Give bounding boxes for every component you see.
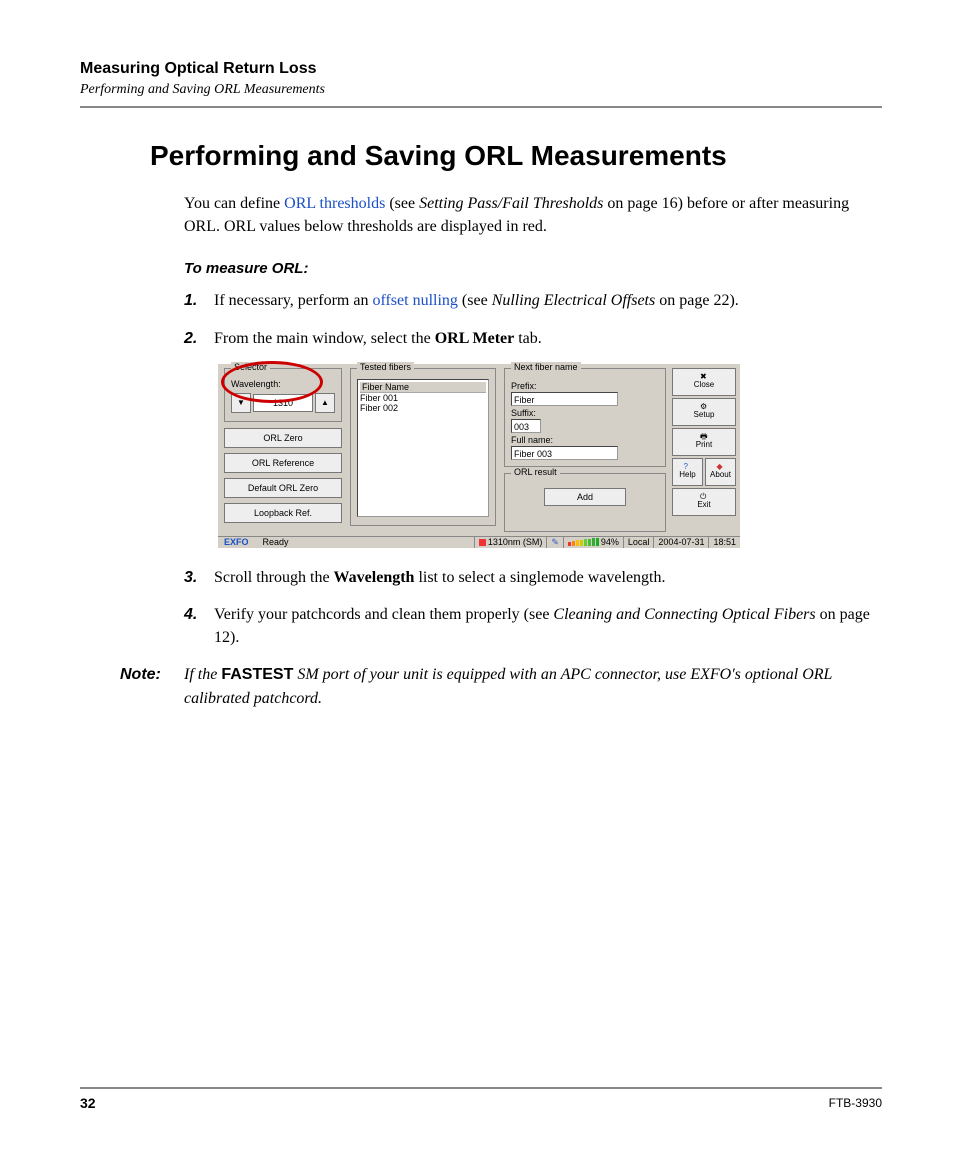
step-4-num: 4. [184, 603, 214, 649]
status-brand: EXFO [218, 537, 255, 547]
step-1-num: 1. [184, 289, 214, 312]
status-link-icon: ✎ [546, 537, 563, 548]
connection-icon: ✎ [551, 537, 559, 548]
close-button[interactable]: ✖ Close [672, 368, 736, 396]
exit-button[interactable]: ⏻ Exit [672, 488, 736, 516]
fullname-label: Full name: [511, 435, 659, 445]
status-battery: 94% [563, 537, 623, 548]
print-button[interactable]: 🖶 Print [672, 428, 736, 456]
default-orl-zero-button[interactable]: Default ORL Zero [224, 478, 342, 498]
status-bar: EXFO Ready 1310nm (SM) ✎ [218, 536, 740, 548]
wavelength-next-button[interactable]: ▲ [315, 393, 335, 413]
ref-setting-passfail: Setting Pass/Fail Thresholds [419, 195, 603, 212]
step-3-num: 3. [184, 566, 214, 589]
fastest-word: FASTEST [221, 666, 293, 683]
screenshot-orl-meter: Selector Wavelength: ▼ 1310 ▲ ORL Zero O… [218, 364, 740, 548]
status-date: 2004-07-31 [653, 537, 708, 548]
prefix-input[interactable]: Fiber [511, 392, 618, 406]
orl-result-group-label: ORL result [511, 467, 560, 477]
suffix-input[interactable]: 003 [511, 419, 541, 433]
fullname-input[interactable]: Fiber 003 [511, 446, 618, 460]
wavelength-bold: Wavelength [334, 569, 415, 586]
suffix-label: Suffix: [511, 408, 659, 418]
add-button[interactable]: Add [544, 488, 626, 506]
status-wavelength: 1310nm (SM) [474, 537, 547, 548]
orl-reference-button[interactable]: ORL Reference [224, 453, 342, 473]
step-2: 2. From the main window, select the ORL … [184, 327, 882, 350]
tested-fibers-group-label: Tested fibers [357, 362, 414, 372]
section-title: Performing and Saving ORL Measurements [80, 82, 882, 98]
tested-fiber-row[interactable]: Fiber 001 [360, 393, 486, 403]
chapter-title: Measuring Optical Return Loss [80, 60, 882, 78]
status-local: Local [623, 537, 654, 548]
help-button[interactable]: ? Help [672, 458, 703, 486]
tested-fibers-list[interactable]: Fiber Name Fiber 001 Fiber 002 [357, 379, 489, 517]
tested-fibers-header: Fiber Name [360, 382, 486, 393]
next-fiber-group-label: Next fiber name [511, 362, 581, 372]
status-wavelength-icon [479, 539, 486, 546]
doc-id: FTB-3930 [829, 1096, 882, 1110]
page-footer: 32 FTB-3930 [80, 1087, 882, 1111]
ref-nulling-offsets: Nulling Electrical Offsets [492, 292, 656, 309]
note-label: Note: [120, 663, 184, 709]
note: Note: If the FASTEST SM port of your uni… [120, 663, 882, 709]
header-rule [80, 106, 882, 108]
status-ready: Ready [255, 537, 474, 547]
ref-cleaning-connecting: Cleaning and Connecting Optical Fibers [553, 606, 815, 623]
page-number: 32 [80, 1095, 96, 1111]
selector-group-label: Selector [231, 362, 270, 372]
link-orl-thresholds[interactable]: ORL thresholds [284, 195, 385, 212]
tested-fiber-row[interactable]: Fiber 002 [360, 403, 486, 413]
step-3: 3. Scroll through the Wavelength list to… [184, 566, 882, 589]
status-time: 18:51 [708, 537, 740, 548]
intro-paragraph: You can define ORL thresholds (see Setti… [184, 192, 882, 238]
loopback-ref-button[interactable]: Loopback Ref. [224, 503, 342, 523]
wavelength-prev-button[interactable]: ▼ [231, 393, 251, 413]
page-title: Performing and Saving ORL Measurements [150, 140, 882, 172]
link-offset-nulling[interactable]: offset nulling [372, 292, 457, 309]
step-2-num: 2. [184, 327, 214, 350]
orl-zero-button[interactable]: ORL Zero [224, 428, 342, 448]
orl-meter-bold: ORL Meter [435, 330, 515, 347]
prefix-label: Prefix: [511, 381, 659, 391]
setup-button[interactable]: ⚙ Setup [672, 398, 736, 426]
wavelength-value: 1310 [253, 394, 313, 412]
steps-heading: To measure ORL: [184, 260, 882, 277]
about-button[interactable]: ◆ About [705, 458, 736, 486]
wavelength-label: Wavelength: [231, 379, 281, 389]
step-1: 1. If necessary, perform an offset nulli… [184, 289, 882, 312]
step-4: 4. Verify your patchcords and clean them… [184, 603, 882, 649]
